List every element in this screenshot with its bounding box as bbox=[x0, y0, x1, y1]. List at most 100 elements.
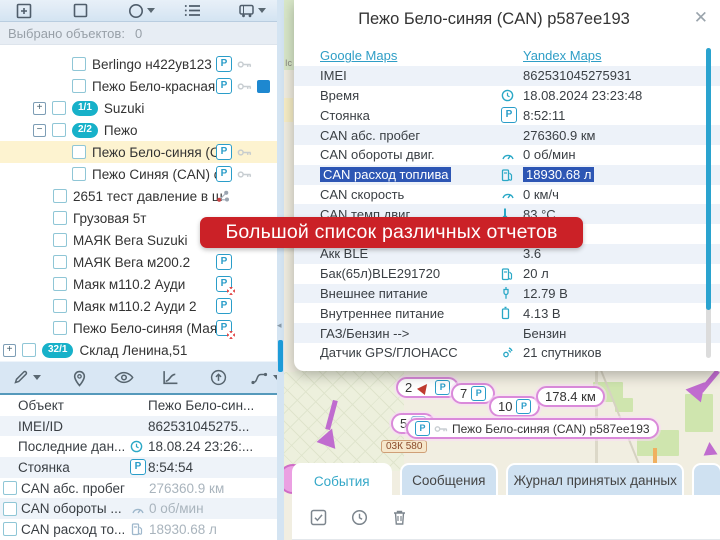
map-park-area bbox=[284, 371, 404, 471]
watermark-text: Avito bbox=[631, 498, 712, 536]
panel-divider[interactable]: ◂ bbox=[277, 0, 284, 540]
detail-row: Объект Пежо Бело-син... bbox=[0, 395, 277, 416]
checkbox[interactable] bbox=[52, 123, 66, 137]
detail-row: CAN расход то... 18930.68 л bbox=[0, 519, 277, 540]
param-value: 18.08.2024 23:23:48 bbox=[523, 88, 720, 103]
parking-icon[interactable]: P bbox=[216, 254, 232, 270]
bottom-tabs: События Сообщения Журнал принятых данных bbox=[292, 463, 720, 497]
param-label: Время bbox=[320, 88, 501, 103]
collapse-icon[interactable]: − bbox=[33, 124, 46, 137]
gauge-icon bbox=[131, 503, 145, 515]
map-bubble-distance[interactable]: 178.4 км bbox=[536, 386, 605, 407]
tree-row[interactable]: Пежо Бело-красная P bbox=[0, 75, 277, 97]
key-icon[interactable] bbox=[237, 60, 252, 69]
checkbox[interactable] bbox=[53, 277, 67, 291]
edit-button[interactable] bbox=[12, 369, 41, 386]
parking-icon: P bbox=[516, 399, 531, 414]
gauge-icon bbox=[501, 149, 515, 161]
detail-value: Пежо Бело-син... bbox=[148, 398, 277, 413]
select-area-button[interactable] bbox=[73, 3, 88, 18]
checkbox[interactable] bbox=[72, 79, 86, 93]
parking-icon[interactable]: P bbox=[216, 144, 232, 160]
export-button[interactable] bbox=[210, 369, 227, 386]
popup-row-selected: CAN расход топлива 18930.68 л bbox=[294, 165, 720, 185]
checkbox[interactable] bbox=[53, 321, 67, 335]
checkbox[interactable] bbox=[53, 255, 67, 269]
tree-row[interactable]: Berlingo н422ув123 P bbox=[0, 53, 277, 75]
tree-row[interactable]: Пежо Бело-синяя (Мая P bbox=[0, 317, 277, 339]
group-label: Склад Ленина,51 bbox=[79, 343, 187, 358]
param-label: Стоянка bbox=[320, 108, 501, 123]
popup-row: Датчик GPS/ГЛОНАСС 21 спутников bbox=[294, 343, 720, 363]
detail-label: CAN абс. пробег bbox=[21, 481, 131, 496]
close-icon[interactable]: ✕ bbox=[694, 8, 708, 28]
map-bubble-cluster[interactable]: 2 P bbox=[396, 377, 459, 398]
vehicle-filter-button[interactable] bbox=[238, 3, 266, 18]
add-object-button[interactable] bbox=[16, 3, 32, 19]
map-poi-label: Ic bbox=[285, 58, 292, 68]
parking-disabled-icon[interactable]: P bbox=[216, 320, 232, 336]
checkbox[interactable] bbox=[72, 57, 86, 71]
map-bubble-cluster[interactable]: 10 P bbox=[489, 396, 540, 417]
checkbox[interactable] bbox=[53, 189, 67, 203]
tree-group-row[interactable]: − 2/2 Пежо bbox=[0, 119, 277, 141]
param-label: CAN скорость bbox=[320, 187, 501, 202]
key-icon[interactable] bbox=[237, 82, 252, 91]
list-view-button[interactable] bbox=[184, 3, 202, 18]
tree-row[interactable]: Маяк м110.2 Ауди 2 P bbox=[0, 295, 277, 317]
detail-label: IMEI/ID bbox=[18, 419, 130, 434]
charts-button[interactable] bbox=[162, 370, 179, 385]
checkbox[interactable] bbox=[3, 502, 17, 516]
tab-data-log[interactable]: Журнал принятых данных bbox=[506, 463, 684, 495]
detail-label: Последние дан... bbox=[18, 439, 130, 454]
tree-row[interactable]: Пежо Синяя (CAN) с P bbox=[0, 163, 277, 185]
popup-scrollbar[interactable] bbox=[706, 48, 711, 358]
yandex-maps-link[interactable]: Yandex Maps bbox=[523, 48, 602, 63]
tree-row[interactable]: Маяк м110.2 Ауди P bbox=[0, 273, 277, 295]
distance-value: 178.4 км bbox=[545, 389, 596, 404]
checkbox[interactable] bbox=[53, 299, 67, 313]
select-all-checkbox-icon[interactable] bbox=[310, 509, 327, 526]
group-count-badge: 1/1 bbox=[72, 101, 98, 116]
checkbox[interactable] bbox=[53, 211, 67, 225]
annotation-text: Большой список различных отчетов bbox=[225, 221, 557, 244]
scrollbar-thumb[interactable] bbox=[706, 48, 711, 310]
parking-icon[interactable]: P bbox=[216, 78, 232, 94]
tree-row[interactable]: 2651 тест давление в ш bbox=[0, 185, 277, 207]
key-icon[interactable] bbox=[237, 148, 252, 157]
scrollbar-thumb[interactable] bbox=[278, 340, 283, 372]
checkbox[interactable] bbox=[53, 233, 67, 247]
tree-group-row[interactable]: + 32/1 Склад Ленина,51 bbox=[0, 339, 277, 361]
parking-icon[interactable]: P bbox=[216, 298, 232, 314]
parking-icon[interactable]: P bbox=[216, 56, 232, 72]
trash-icon[interactable] bbox=[392, 509, 407, 526]
fuel-icon bbox=[131, 522, 143, 536]
checkbox[interactable] bbox=[3, 481, 17, 495]
google-maps-link[interactable]: Google Maps bbox=[320, 48, 397, 63]
parking-icon: P bbox=[501, 107, 517, 123]
map-bubble-cluster[interactable]: 7 P bbox=[451, 383, 495, 404]
tab-events[interactable]: События bbox=[292, 463, 392, 497]
locate-button[interactable] bbox=[72, 369, 87, 387]
time-filter-icon[interactable] bbox=[351, 509, 368, 526]
select-circle-button[interactable] bbox=[128, 3, 155, 19]
tree-row-selected[interactable]: Пежо Бело-синяя (С P bbox=[0, 141, 277, 163]
tab-messages[interactable]: Сообщения bbox=[400, 463, 499, 495]
tree-row[interactable]: МАЯК Вега м200.2 P bbox=[0, 251, 277, 273]
visibility-button[interactable] bbox=[114, 371, 134, 384]
tree-group-row[interactable]: + 1/1 Suzuki bbox=[0, 97, 277, 119]
checkbox[interactable] bbox=[52, 101, 66, 115]
checkbox[interactable] bbox=[3, 522, 17, 536]
expand-icon[interactable]: + bbox=[3, 344, 16, 357]
parking-disabled-icon[interactable]: P bbox=[216, 276, 232, 292]
tab-next-stub[interactable] bbox=[692, 463, 720, 495]
parking-icon[interactable]: P bbox=[216, 166, 232, 182]
key-icon[interactable] bbox=[237, 170, 252, 179]
map-bubble-vehicle[interactable]: P Пежо Бело-синяя (CAN) p587ee193 bbox=[406, 418, 659, 439]
checkbox[interactable] bbox=[72, 145, 86, 159]
avito-watermark: Avito bbox=[595, 498, 712, 536]
collapse-panel-arrow[interactable]: ◂ bbox=[277, 320, 282, 331]
checkbox[interactable] bbox=[22, 343, 36, 357]
expand-icon[interactable]: + bbox=[33, 102, 46, 115]
checkbox[interactable] bbox=[72, 167, 86, 181]
